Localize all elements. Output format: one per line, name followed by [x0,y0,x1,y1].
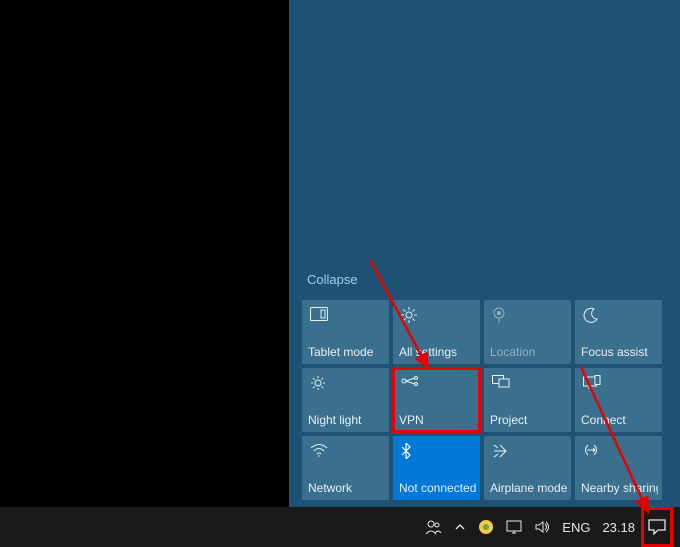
airplane-icon [492,443,510,461]
project-icon [492,375,510,393]
bluetooth-icon [401,443,419,461]
tile-label: Airplane mode [490,481,567,495]
nearby-sharing-icon [583,443,601,461]
quick-actions-grid: Tablet mode All settings Location Focus … [302,300,662,500]
tile-label: VPN [399,413,476,427]
tile-vpn[interactable]: VPN [393,368,480,432]
tile-night-light[interactable]: Night light [302,368,389,432]
tile-network[interactable]: Network [302,436,389,500]
tile-connect[interactable]: Connect [575,368,662,432]
tile-tablet-mode[interactable]: Tablet mode [302,300,389,364]
volume-icon[interactable] [528,507,556,547]
wifi-icon [310,443,328,461]
action-center-tray-icon[interactable] [641,507,673,547]
tile-label: Location [490,345,567,359]
clock[interactable]: 23.18 [596,507,641,547]
tile-location[interactable]: Location [484,300,571,364]
tile-bluetooth[interactable]: Not connected [393,436,480,500]
collapse-button[interactable]: Collapse [307,272,358,287]
tile-nearby-sharing[interactable]: Nearby sharing [575,436,662,500]
tile-label: Nearby sharing [581,481,658,495]
tile-focus-assist[interactable]: Focus assist [575,300,662,364]
tile-label: All settings [399,345,476,359]
tray-app-icon[interactable] [472,507,500,547]
tablet-mode-icon [310,307,328,325]
tray-overflow-chevron-icon[interactable] [448,507,472,547]
gear-icon [401,307,419,325]
tile-label: Network [308,481,385,495]
location-icon [492,307,510,325]
tile-all-settings[interactable]: All settings [393,300,480,364]
tile-label: Night light [308,413,385,427]
tile-label: Not connected [399,481,476,495]
show-desktop-button[interactable] [673,507,680,547]
tile-label: Connect [581,413,658,427]
moon-icon [583,307,601,325]
network-tray-icon[interactable] [500,507,528,547]
tile-label: Focus assist [581,345,658,359]
people-icon[interactable] [418,507,448,547]
connect-icon [583,375,601,393]
action-center-panel: Collapse Tablet mode All settings Locati… [289,0,680,507]
tile-airplane-mode[interactable]: Airplane mode [484,436,571,500]
tile-label: Project [490,413,567,427]
tile-label: Tablet mode [308,345,385,359]
input-language-indicator[interactable]: ENG [556,507,596,547]
sun-icon [310,375,328,393]
system-tray: ENG 23.18 [418,507,680,547]
taskbar: ENG 23.18 [0,507,680,547]
vpn-icon [401,375,419,393]
tile-project[interactable]: Project [484,368,571,432]
